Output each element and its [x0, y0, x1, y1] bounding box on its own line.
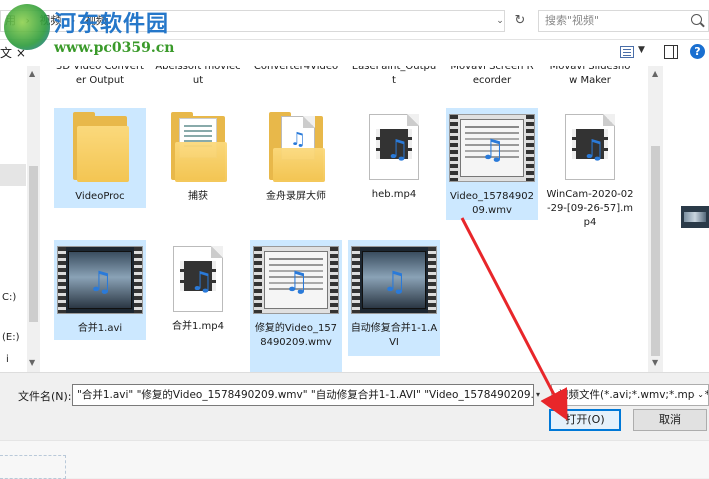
- nav-scrollbar[interactable]: ▲ ▼: [27, 66, 40, 372]
- file-type-filter[interactable]: 视频文件(*.avi;*.wmv;*.mp4;*.r ⌄: [551, 384, 709, 406]
- file-item-avi[interactable]: ♫ 合并1.avi: [54, 240, 146, 340]
- file-item-wmv[interactable]: ♫ Video_1578490209.wmv: [446, 108, 538, 220]
- view-menu-dropdown[interactable]: ▼: [638, 45, 645, 55]
- file-item-folder[interactable]: EasePaint_Output: [348, 66, 440, 88]
- file-type-filter-value: 视频文件(*.avi;*.wmv;*.mp4;*.r: [558, 389, 709, 401]
- background-panel: [0, 455, 66, 479]
- background-window: [0, 440, 709, 479]
- watermark-url: www.pc0359.cn: [54, 40, 175, 56]
- file-item-folder[interactable]: Movavi Slideshow Maker: [544, 66, 636, 88]
- watermark-logo-icon: [4, 4, 50, 50]
- preview-pane-icon[interactable]: [664, 45, 678, 59]
- file-label: Video_1578490209.wmv: [450, 191, 534, 216]
- file-item-folder-recorder[interactable]: ♫ 金舟录屏大师: [250, 108, 342, 208]
- file-label: Converter4Video: [253, 66, 339, 72]
- file-label: 合并1.avi: [77, 323, 123, 334]
- file-label: EasePaint_Output: [351, 66, 437, 86]
- file-item-folder[interactable]: Converter4Video: [250, 66, 342, 74]
- file-item-mp4[interactable]: ♫ WinCam-2020-02-29-[09-26-57].mp4: [544, 108, 636, 234]
- help-icon[interactable]: ?: [690, 44, 705, 59]
- media-file-icon: ♫: [565, 114, 615, 180]
- watermark-logo: 河东软件园 www.pc0359.cn: [2, 0, 232, 60]
- file-label: Movavi Slideshow Maker: [549, 66, 631, 86]
- music-note-icon: ♫: [284, 265, 310, 298]
- file-label: 金舟录屏大师: [266, 191, 326, 202]
- file-label: WinCam-2020-02-29-[09-26-57].mp4: [546, 189, 634, 228]
- nav-item-more[interactable]: i: [6, 354, 9, 365]
- file-item-folder[interactable]: Abelssoft moviecut: [152, 66, 244, 88]
- address-history-dropdown[interactable]: ⌄: [493, 12, 507, 30]
- file-label: 捕获: [188, 191, 208, 202]
- view-menu-icon[interactable]: [620, 46, 634, 58]
- file-item-folder[interactable]: Movavi Screen Recorder: [446, 66, 538, 88]
- search-input[interactable]: 搜索"视频": [538, 10, 709, 32]
- file-label: Movavi Screen Recorder: [450, 66, 534, 86]
- chevron-down-icon[interactable]: ⌄: [695, 385, 704, 405]
- file-label: 合并1.mp4: [172, 321, 224, 332]
- nav-scroll-thumb[interactable]: [29, 166, 38, 322]
- preview-image: [681, 206, 709, 228]
- file-list-scrollbar[interactable]: ▲ ▼: [648, 66, 663, 372]
- music-note-icon: ♫: [190, 267, 214, 297]
- video-thumbnail: ♫: [449, 114, 535, 182]
- dialog-footer: 文件名(N): "合并1.avi" "修复的Video_1578490209.w…: [0, 372, 709, 440]
- file-list: 3D Video Converter Output Abelssoft movi…: [42, 66, 648, 372]
- file-label: 自动修复合并1-1.AVI: [350, 323, 438, 348]
- file-label: heb.mp4: [371, 189, 417, 200]
- watermark-site-name: 河东软件园: [54, 11, 170, 37]
- navigation-pane: C:) (E:) i ▲ ▼: [0, 66, 42, 372]
- file-label: VideoProc: [75, 191, 125, 202]
- open-button[interactable]: 打开(O): [549, 409, 621, 431]
- folder-icon: [169, 112, 227, 182]
- media-file-icon: ♫: [173, 246, 223, 312]
- music-note-icon: ♫: [386, 135, 410, 165]
- music-note-icon: ♫: [382, 265, 408, 298]
- nav-item-drive-c[interactable]: C:): [2, 292, 16, 303]
- file-item-folder-videoproc[interactable]: VideoProc: [54, 108, 146, 208]
- filename-dropdown[interactable]: ▾: [536, 384, 548, 406]
- scroll-up-icon[interactable]: ▲: [29, 69, 35, 78]
- nav-item-drive-e[interactable]: (E:): [2, 332, 20, 343]
- filename-label: 文件名(N):: [18, 390, 72, 403]
- file-item-avi[interactable]: ♫ 自动修复合并1-1.AVI: [348, 240, 440, 356]
- file-item-mp4[interactable]: ♫ heb.mp4: [348, 108, 440, 208]
- refresh-icon[interactable]: ↻: [510, 10, 530, 32]
- video-thumbnail: ♫: [253, 246, 339, 314]
- file-item-folder[interactable]: 3D Video Converter Output: [54, 66, 146, 88]
- file-list-scroll-thumb[interactable]: [651, 146, 660, 356]
- folder-icon: [71, 112, 129, 182]
- music-note-icon: ♫: [582, 135, 606, 165]
- filename-input[interactable]: "合并1.avi" "修复的Video_1578490209.wmv" "自动修…: [72, 384, 534, 406]
- file-item-folder-capture[interactable]: 捕获: [152, 108, 244, 208]
- scroll-down-icon[interactable]: ▼: [652, 358, 658, 367]
- music-note-icon: ♫: [480, 133, 506, 166]
- file-label: 3D Video Converter Output: [56, 66, 144, 86]
- music-note-icon: ♫: [88, 265, 114, 298]
- scroll-down-icon[interactable]: ▼: [29, 358, 35, 367]
- media-file-icon: ♫: [369, 114, 419, 180]
- file-item-wmv[interactable]: ♫ 修复的Video_1578490209.wmv: [250, 240, 342, 372]
- search-placeholder: 搜索"视频": [545, 14, 600, 27]
- preview-pane: [663, 66, 709, 372]
- scroll-up-icon[interactable]: ▲: [652, 69, 658, 78]
- video-thumbnail: ♫: [57, 246, 143, 314]
- folder-icon: ♫: [267, 112, 325, 182]
- open-file-dialog: 用 › 视频 › 视频 ⌄ ↻ 搜索"视频" 文 × ▼ ? 河东软件园 www…: [0, 0, 709, 440]
- file-label: 修复的Video_1578490209.wmv: [254, 323, 338, 348]
- nav-selected-item[interactable]: [0, 164, 26, 186]
- video-thumbnail: ♫: [351, 246, 437, 314]
- file-item-mp4[interactable]: ♫ 合并1.mp4: [152, 240, 244, 340]
- search-icon[interactable]: [691, 14, 702, 25]
- file-label: Abelssoft moviecut: [155, 66, 241, 86]
- cancel-button[interactable]: 取消: [633, 409, 707, 431]
